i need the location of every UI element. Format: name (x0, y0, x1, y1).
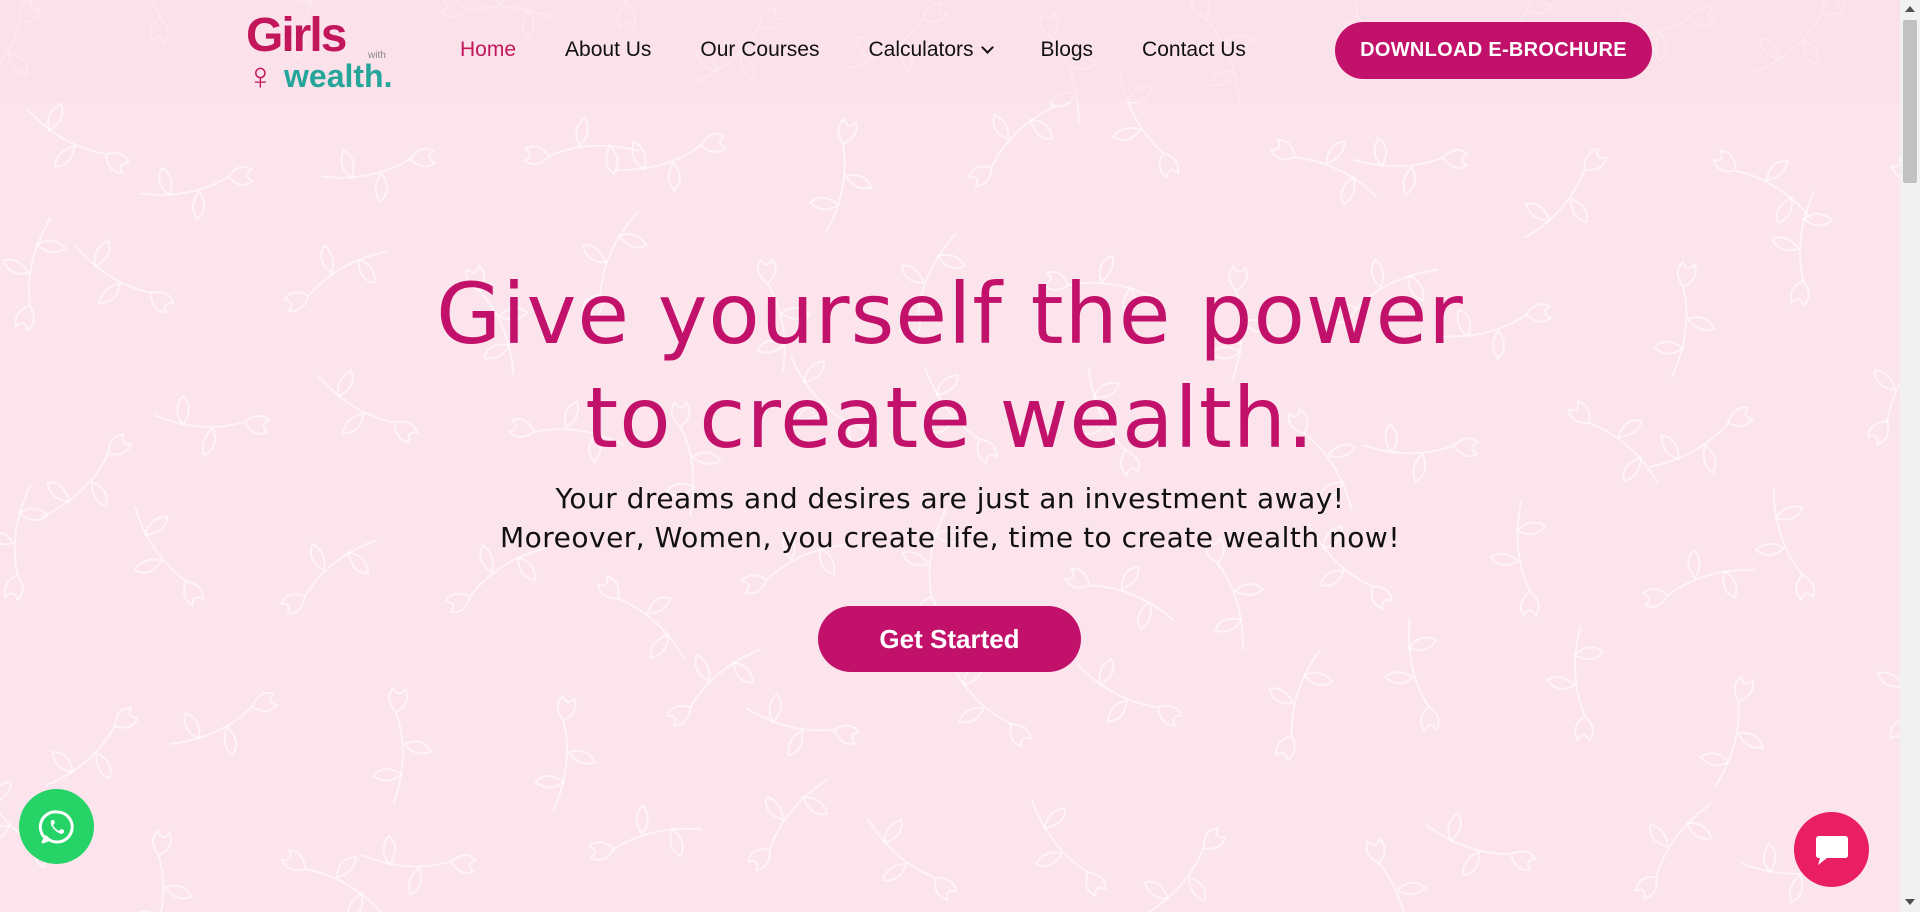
nav-item-label: Contact Us (1142, 38, 1246, 61)
hero-subtitle-line-1: Your dreams and desires are just an inve… (555, 482, 1345, 515)
logo-text-wealth: wealth. (284, 58, 393, 94)
nav-item-label: Home (460, 38, 517, 61)
hero-headline: Give yourself the power to create wealth… (250, 262, 1650, 470)
get-started-button[interactable]: Get Started (818, 606, 1081, 672)
nav-item-about-us[interactable]: About Us (565, 38, 651, 62)
scroll-up-arrow-icon[interactable] (1905, 6, 1915, 12)
hero-headline-line-1: Give yourself the power (436, 265, 1464, 363)
main-nav: Home About Us Our Courses Calculators Bl… (460, 38, 1295, 62)
logo-text-girls: Girls (246, 9, 347, 62)
brand-logo[interactable]: Girls with ♀ wealth. (244, 9, 404, 98)
scrollbar-thumb[interactable] (1903, 20, 1917, 183)
nav-item-home[interactable]: Home (460, 38, 516, 62)
venus-icon: ♀ (246, 56, 275, 98)
scroll-down-arrow-icon[interactable] (1905, 899, 1915, 905)
nav-item-calculators[interactable]: Calculators (868, 38, 994, 62)
whatsapp-chat-button[interactable] (19, 789, 94, 864)
nav-item-blogs[interactable]: Blogs (1041, 38, 1094, 62)
live-chat-button[interactable] (1794, 812, 1869, 887)
hero-headline-line-2: to create wealth. (585, 369, 1315, 467)
nav-item-label: Our Courses (700, 38, 820, 61)
chat-bubble-icon (1815, 835, 1848, 865)
download-ebrochure-button[interactable]: DOWNLOAD E-BROCHURE (1335, 22, 1652, 79)
nav-item-label: Calculators (868, 38, 974, 61)
hero-subtitle: Your dreams and desires are just an inve… (250, 479, 1650, 557)
page-scrollbar[interactable] (1900, 0, 1920, 912)
page: Girls with ♀ wealth. Home About Us Our C… (0, 0, 1920, 912)
nav-item-label: Blogs (1040, 38, 1094, 61)
nav-item-our-courses[interactable]: Our Courses (700, 38, 819, 62)
chevron-down-icon (980, 40, 994, 54)
site-header: Girls with ♀ wealth. Home About Us Our C… (0, 0, 1900, 102)
hero-subtitle-line-2: Moreover, Women, you create life, time t… (499, 521, 1401, 554)
nav-item-label: About Us (565, 38, 652, 61)
whatsapp-icon (38, 809, 74, 843)
nav-item-contact-us[interactable]: Contact Us (1142, 38, 1246, 62)
